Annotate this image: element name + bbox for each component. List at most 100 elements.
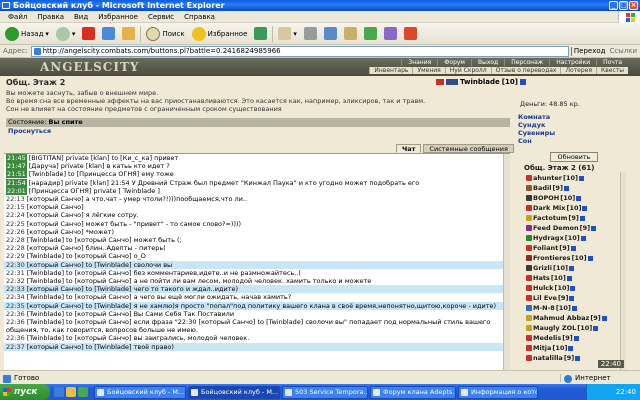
search-button[interactable]: Поиск	[144, 25, 186, 43]
info-icon[interactable]	[587, 255, 593, 261]
chat-time[interactable]: 22:33	[6, 285, 25, 293]
chat-message[interactable]: 22:37 [который Санчо] to [Twinblade] твоё…	[4, 342, 510, 351]
stop-button[interactable]	[80, 25, 97, 43]
menu-view[interactable]: Вид	[69, 13, 93, 21]
link-chest[interactable]: Сундук	[518, 121, 555, 129]
room-user[interactable]: Factotum [9]	[526, 213, 626, 223]
menu-file[interactable]: Файл	[3, 13, 32, 21]
room-user[interactable]: Mahmud Abbaz [9]	[526, 313, 626, 323]
info-icon[interactable]	[573, 335, 579, 341]
nav-forum[interactable]: Форум	[437, 59, 471, 66]
chat-time[interactable]: 22:25	[6, 220, 25, 228]
chat-time[interactable]: 22:36	[6, 310, 25, 318]
chat-time[interactable]: 22:37	[6, 343, 25, 351]
links-label[interactable]: Ссылки	[609, 47, 637, 55]
chat-scrollbar[interactable]	[503, 154, 510, 370]
room-user[interactable]: Dark Mix [10]	[526, 203, 626, 213]
info-icon[interactable]	[566, 275, 572, 281]
chat-message[interactable]: 22:26 [который Санчо] *может)	[4, 228, 510, 236]
room-user[interactable]: Mitja [10]	[526, 343, 626, 353]
room-user[interactable]: Foliant [9]	[526, 243, 626, 253]
room-scrollbar[interactable]	[620, 172, 626, 370]
room-user[interactable]: Lil Eve [9]	[526, 293, 626, 303]
taskbar-window[interactable]: 503 Service Tempora...	[282, 385, 368, 399]
chat-time[interactable]: 22:01	[6, 186, 27, 195]
chat-message[interactable]: 22:33 [который Санчо] to [Twinblade] чего…	[4, 285, 510, 294]
info-icon[interactable]	[563, 185, 569, 191]
link-souvenirs[interactable]: Сувениры	[518, 129, 555, 137]
chat-time[interactable]: 22:13	[6, 195, 25, 203]
info-icon[interactable]	[568, 345, 574, 351]
media-button[interactable]	[402, 25, 419, 43]
chat-message[interactable]: 22:24 [который Санчо] я лёгкие сотру.	[4, 211, 510, 219]
info-icon[interactable]	[580, 235, 586, 241]
chat-message[interactable]: 21:45 [BIGTITAN] private [klan] to [Ки_с_…	[4, 154, 510, 162]
info-icon[interactable]	[569, 265, 575, 271]
info-icon[interactable]	[579, 215, 585, 221]
nav-lottery[interactable]: Лотерея	[560, 67, 595, 74]
room-user[interactable]: Frontieres [10]	[526, 253, 626, 263]
discuss-button[interactable]	[342, 25, 359, 43]
wake-link[interactable]: Проснуться	[8, 127, 51, 135]
go-button[interactable]: Переход	[571, 46, 605, 57]
nav-translation[interactable]: Отзыв о переводах	[490, 67, 561, 74]
info-icon[interactable]	[570, 245, 576, 251]
chat-time[interactable]: 22:36	[6, 334, 25, 342]
chat-message[interactable]: 22:01 [Принцесса ОГНЯ] private [ Twinblad…	[4, 186, 510, 195]
chat-time[interactable]: 22:24	[6, 211, 25, 219]
tab-system-messages[interactable]: Системные сообщения	[423, 144, 514, 153]
chat-message[interactable]: 22:35 [который Санчо] to [Twinblade] я не…	[4, 301, 510, 310]
tab-chat[interactable]: Чат	[396, 144, 422, 153]
info-icon[interactable]	[519, 79, 526, 85]
room-user[interactable]: Badil [9]	[526, 183, 626, 193]
system-tray-clock[interactable]: 22:40	[586, 384, 640, 400]
nav-exit[interactable]: Выход	[470, 59, 504, 66]
nav-character[interactable]: Персонаж	[504, 59, 549, 66]
desktop-icon[interactable]	[78, 387, 88, 397]
menu-help[interactable]: Справка	[179, 13, 220, 21]
chat-message[interactable]: 22:28 [который Санчо] блин..Адепты - пите…	[4, 244, 510, 252]
chat-message[interactable]: 22:36 [Twinblade] to [который Санчо] Вы С…	[4, 310, 510, 318]
info-icon[interactable]	[571, 305, 577, 311]
room-user[interactable]: ahunter [10]	[526, 173, 626, 183]
minimize-button[interactable]: _	[609, 1, 618, 10]
room-user[interactable]: Feed Demon [9]	[526, 223, 626, 233]
folder-icon[interactable]	[66, 387, 76, 397]
chat-message[interactable]: 21:51 [Twinblade] to [Принцесса ОГНЯ] ему…	[4, 170, 510, 179]
menu-favorites[interactable]: Избранное	[93, 13, 143, 21]
home-button[interactable]	[120, 25, 137, 43]
room-user[interactable]: Hydragx [10]	[526, 233, 626, 243]
forward-button[interactable]: ▾	[54, 25, 78, 43]
chat-time[interactable]: 22:15	[6, 203, 25, 211]
taskbar-window[interactable]: Бойцовский клуб - M...	[94, 385, 186, 399]
address-input[interactable]: http://angelscity.combats.com/buttons.pl…	[30, 45, 570, 57]
print-button[interactable]	[302, 25, 319, 43]
taskbar-window[interactable]: Форум клана Adepts...	[370, 385, 456, 399]
chat-time[interactable]: 21:54	[6, 178, 27, 187]
nav-knowledge[interactable]: Знания	[401, 59, 437, 66]
room-user[interactable]: BOPOH [10]	[526, 193, 626, 203]
messenger-button[interactable]	[362, 25, 379, 43]
info-icon[interactable]	[569, 295, 575, 301]
info-icon[interactable]	[576, 195, 582, 201]
chat-message[interactable]: 21:47 [Даруча] private [klan] в катьь кто…	[4, 162, 510, 171]
info-icon[interactable]	[601, 315, 607, 321]
chat-time[interactable]: 22:31	[6, 269, 25, 277]
chat-time[interactable]: 22:36	[6, 318, 25, 326]
nav-scroll[interactable]: Нуй Скролл	[444, 67, 491, 74]
room-user[interactable]: M-N-8 [10]	[526, 303, 626, 313]
info-icon[interactable]	[570, 285, 576, 291]
history-button[interactable]	[252, 25, 269, 43]
chat-message[interactable]: 22:34 [Twinblade] to [который Санчо] а че…	[4, 293, 510, 301]
nav-quests[interactable]: Квесты	[595, 67, 628, 74]
room-user[interactable]: Medelis [9]	[526, 333, 626, 343]
chat-message[interactable]: 22:32 [Twinblade] to [который Санчо] а не…	[4, 277, 510, 285]
chat-message[interactable]: 22:13 [который Санчо] а что,чат - умер чт…	[4, 195, 510, 203]
room-user[interactable]: Grizli [10]	[526, 263, 626, 273]
edit-button[interactable]	[322, 25, 339, 43]
nav-mail[interactable]: Почта	[596, 59, 628, 66]
chat-message[interactable]: 22:29 [Twinblade] to [который Санчо] о_О	[4, 252, 510, 260]
chat-message[interactable]: 22:25 [который Санчо] может быть - "приве…	[4, 220, 510, 228]
room-user[interactable]: Maugly ZOL [10]	[526, 323, 626, 333]
chat-time[interactable]: 22:29	[6, 252, 25, 260]
